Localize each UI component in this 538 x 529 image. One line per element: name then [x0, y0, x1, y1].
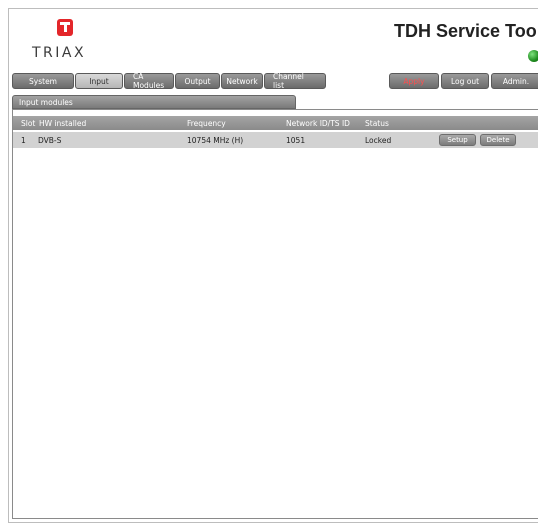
status-led-icon	[528, 50, 538, 62]
admin-button[interactable]: Admin.	[491, 73, 538, 89]
app-title: TDH Service Tool	[394, 21, 538, 41]
tab-network[interactable]: Network	[221, 73, 263, 89]
setup-button[interactable]: Setup	[439, 134, 476, 146]
action-bar: Apply Log out Admin.	[389, 73, 538, 89]
tab-ca-modules[interactable]: CA Modules	[124, 72, 174, 90]
col-hw-installed: HW installed	[39, 118, 87, 128]
tab-system[interactable]: System	[12, 73, 74, 89]
table-header: Slot HW installed Frequency Network ID/T…	[13, 116, 538, 130]
main-nav: System Input CA Modules Output Network C…	[12, 72, 327, 90]
cell-slot: 1	[21, 135, 26, 145]
cell-hw-installed: DVB-S	[38, 135, 62, 145]
cell-status: Locked	[365, 135, 392, 145]
col-frequency: Frequency	[187, 118, 226, 128]
apply-button[interactable]: Apply	[389, 73, 439, 89]
logo-text: TRIAX	[32, 45, 87, 61]
col-status: Status	[365, 118, 389, 128]
triax-logo-icon	[57, 19, 73, 36]
delete-button[interactable]: Delete	[480, 134, 516, 146]
section-title: Input modules	[12, 95, 296, 109]
tab-output[interactable]: Output	[175, 73, 220, 89]
cell-frequency: 10754 MHz (H)	[187, 135, 244, 145]
table-row: 1 DVB-S 10754 MHz (H) 1051 Locked Setup …	[13, 132, 538, 148]
triax-logo: TRIAX	[26, 19, 104, 65]
input-modules-panel: Slot HW installed Frequency Network ID/T…	[12, 109, 538, 519]
logout-button[interactable]: Log out	[441, 73, 489, 89]
cell-network-id: 1051	[286, 135, 306, 145]
col-network-id: Network ID/TS ID	[286, 118, 350, 128]
tab-channel-list[interactable]: Channel list	[264, 72, 326, 90]
tab-input[interactable]: Input	[75, 73, 123, 89]
col-slot: Slot	[21, 118, 36, 128]
